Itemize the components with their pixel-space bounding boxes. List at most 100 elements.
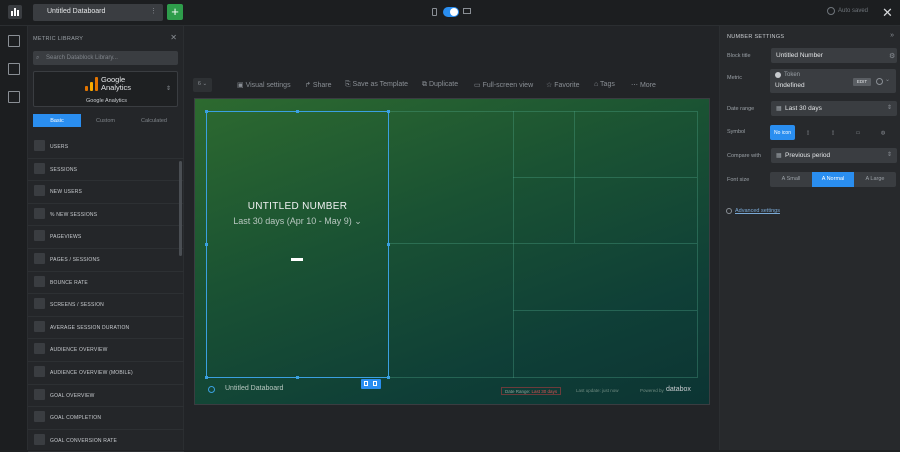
layout-selector[interactable]: 6 ⌄ (193, 78, 212, 92)
close-icon[interactable]: ✕ (170, 33, 177, 42)
font-size-small[interactable]: A Small (770, 172, 812, 187)
metric-value: Undefined (775, 82, 805, 89)
duplicate-icon[interactable] (364, 381, 368, 386)
block-title-label: Block title (727, 53, 751, 59)
grid-divider (389, 243, 697, 244)
grid-divider (389, 111, 697, 112)
source-brand: Google Analytics (101, 75, 132, 92)
list-item[interactable]: NEW USERS (28, 181, 184, 204)
symbol-mobile-icon[interactable]: ▯ (800, 125, 816, 140)
list-item[interactable]: PAGEVIEWS (28, 226, 184, 249)
library-scrollbar[interactable] (179, 161, 182, 256)
resize-handle[interactable] (205, 243, 208, 246)
resize-handle[interactable] (387, 376, 390, 379)
tab-calculated[interactable]: Calculated (130, 114, 178, 127)
save-template-button[interactable]: ⎘ Save as Template (345, 81, 408, 89)
resize-handle[interactable] (205, 110, 208, 113)
delete-icon[interactable] (373, 381, 377, 386)
list-item[interactable]: % NEW SESSIONS (28, 204, 184, 227)
compare-select[interactable]: ▦ Previous period ⇕ (771, 148, 897, 163)
check-icon (827, 7, 835, 15)
duplicate-button[interactable]: ⧉ Duplicate (422, 81, 458, 89)
visualization-icon[interactable] (8, 63, 20, 75)
metric-label: SESSIONS (50, 166, 78, 173)
font-size-normal[interactable]: A Normal (812, 172, 854, 187)
number-value-placeholder (291, 258, 303, 261)
resize-handle[interactable] (387, 110, 390, 113)
list-item[interactable]: SCREENS / SESSION (28, 294, 184, 317)
desktop-view-icon[interactable] (463, 8, 471, 14)
font-size-large[interactable]: A Large (854, 172, 896, 187)
list-item[interactable]: AVERAGE SESSION DURATION (28, 317, 184, 340)
visual-settings-button[interactable]: ▣ Visual settings (237, 81, 291, 89)
favorite-button[interactable]: ☆ Favorite (546, 81, 580, 89)
data-source-selector[interactable]: Google Analytics Google Analytics ⇕ (33, 71, 178, 107)
tab-custom[interactable]: Custom (81, 114, 130, 127)
compare-value: Previous period (785, 152, 831, 159)
metric-label: AUDIENCE OVERVIEW (50, 347, 108, 354)
share-button[interactable]: ↱ Share (305, 81, 332, 89)
chevron-down-icon[interactable]: ⌄ (885, 76, 890, 83)
library-search-input[interactable]: Search Datablock Library... (33, 51, 178, 65)
block-actions[interactable] (361, 379, 381, 389)
number-icon (34, 433, 45, 445)
view-toggle[interactable] (443, 7, 459, 17)
metric-selector[interactable]: Token Undefined EDIT ⌄ (770, 69, 896, 93)
databoard-name-field[interactable]: Untitled Databoard ⋮ (33, 4, 163, 21)
metric-label: GOAL CONVERSION RATE (50, 437, 118, 444)
list-item[interactable]: AUDIENCE OVERVIEW (MOBILE) (28, 362, 184, 385)
line-chart-icon (34, 320, 45, 332)
line-chart-icon (34, 252, 45, 264)
tags-button[interactable]: ⌂ Tags (594, 81, 615, 88)
resize-handle[interactable] (296, 110, 299, 113)
library-tabs: Basic Custom Calculated (33, 114, 178, 127)
list-item[interactable]: USERS (28, 136, 184, 159)
more-button[interactable]: ⋯ More (631, 81, 656, 89)
visual-settings-label: Visual settings (245, 82, 291, 89)
list-item[interactable]: GOAL OVERVIEW (28, 385, 184, 408)
close-editor-button[interactable]: ✕ (882, 5, 893, 21)
date-range-label: Date range (727, 106, 755, 112)
block-title-input[interactable]: Untitled Number (771, 48, 897, 63)
list-item[interactable]: BOUNCE RATE (28, 272, 184, 295)
symbol-globe-icon[interactable]: ◍ (875, 125, 891, 140)
line-chart-icon (34, 275, 45, 287)
resize-handle[interactable] (387, 243, 390, 246)
resize-handle[interactable] (296, 376, 299, 379)
mobile-view-icon[interactable] (432, 8, 437, 16)
query-builder-icon[interactable] (8, 91, 20, 103)
list-item[interactable]: AUDIENCE OVERVIEW (28, 339, 184, 362)
info-icon[interactable] (876, 78, 883, 85)
list-item[interactable]: PAGES / SESSIONS (28, 249, 184, 272)
resize-handle[interactable] (205, 376, 208, 379)
table-icon (34, 343, 45, 355)
panel-title: NUMBER SETTINGS (727, 34, 785, 40)
edit-metric-button[interactable]: EDIT (853, 78, 871, 86)
advanced-settings-link[interactable]: Advanced settings (735, 208, 780, 214)
settings-icon (726, 208, 732, 214)
symbol-no-icon[interactable]: No icon (770, 125, 795, 140)
metric-label: PAGEVIEWS (50, 234, 82, 241)
font-size-options: A Small A Normal A Large (770, 172, 896, 187)
databox-logo-icon[interactable] (8, 5, 22, 19)
metric-label: NEW USERS (50, 189, 83, 196)
list-item[interactable]: GOAL CONVERSION RATE (28, 430, 184, 452)
calendar-icon: ▦ (776, 153, 782, 159)
source-label: Google Analytics (86, 98, 127, 104)
metric-library-icon[interactable] (8, 35, 20, 47)
list-item[interactable]: GOAL COMPLETION (28, 407, 184, 430)
fullscreen-button[interactable]: ▭ Full-screen view (474, 81, 533, 89)
block-title: UNTITLED NUMBER (247, 201, 348, 212)
number-block[interactable] (206, 111, 389, 378)
symbol-document-icon[interactable]: ▯ (825, 125, 841, 140)
block-date-range[interactable]: Last 30 days (Apr 10 - May 9) ⌄ (206, 216, 389, 227)
symbol-label: Symbol (727, 129, 746, 135)
symbol-briefcase-icon[interactable]: ▭ (850, 125, 866, 140)
collapse-icon[interactable]: » (890, 32, 894, 39)
gear-icon[interactable]: ⚙ (889, 52, 895, 60)
date-range-select[interactable]: ▦ Last 30 days ⇕ (771, 101, 897, 116)
tab-basic[interactable]: Basic (33, 114, 81, 127)
databoard-menu-icon[interactable]: ⋮ (150, 7, 157, 15)
list-item[interactable]: SESSIONS (28, 159, 184, 182)
add-databoard-button[interactable]: + (167, 4, 183, 20)
